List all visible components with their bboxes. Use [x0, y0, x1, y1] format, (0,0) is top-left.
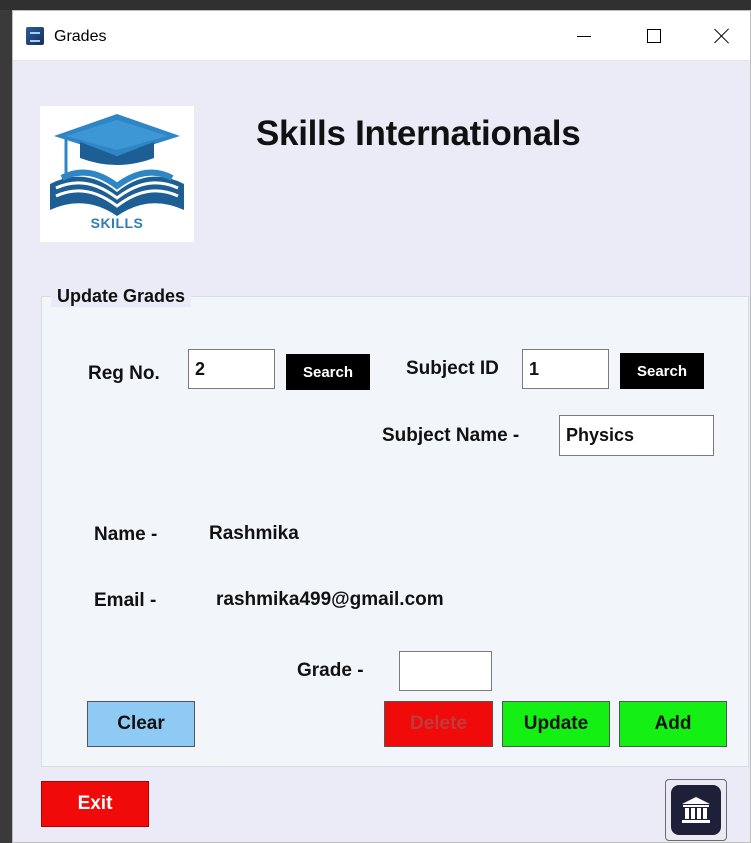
search-reg-button[interactable]: Search — [286, 354, 370, 390]
clear-button[interactable]: Clear — [87, 701, 195, 747]
maximize-button[interactable] — [626, 11, 682, 61]
grades-window: Grades SKILLS Skills Internationals Upda… — [12, 10, 751, 843]
window-title: Grades — [54, 28, 107, 45]
app-icon — [26, 27, 44, 45]
name-label: Name - — [94, 524, 158, 545]
desktop-background — [0, 0, 12, 843]
update-button[interactable]: Update — [502, 701, 610, 747]
skills-logo: SKILLS — [40, 106, 194, 242]
close-button[interactable] — [694, 11, 750, 61]
minimize-button[interactable] — [556, 11, 612, 61]
minimize-icon — [577, 35, 591, 37]
reg-no-label: Reg No. — [88, 363, 160, 384]
subject-id-input[interactable] — [522, 349, 609, 389]
grade-label: Grade - — [297, 660, 364, 681]
maximize-icon — [647, 29, 661, 43]
bank-icon-tile — [671, 785, 721, 835]
group-legend: Update Grades — [51, 286, 192, 307]
title-bar[interactable]: Grades — [13, 11, 750, 61]
grade-input[interactable] — [399, 651, 492, 691]
bank-icon — [682, 797, 710, 823]
subject-id-label: Subject ID — [406, 358, 499, 379]
desktop-background-top — [0, 0, 751, 10]
reg-no-input[interactable] — [188, 349, 275, 389]
email-label: Email - — [94, 590, 157, 611]
app-title: Skills Internationals — [256, 114, 581, 153]
logo-text: SKILLS — [90, 215, 144, 231]
name-value: Rashmika — [209, 523, 299, 544]
search-subject-button[interactable]: Search — [620, 353, 704, 389]
exit-button[interactable]: Exit — [41, 781, 149, 827]
close-icon — [714, 28, 730, 44]
home-button[interactable] — [665, 779, 727, 841]
email-value: rashmika499@gmail.com — [216, 589, 444, 610]
add-button[interactable]: Add — [619, 701, 727, 747]
subject-name-label: Subject Name - — [382, 425, 520, 446]
delete-button[interactable]: Delete — [384, 701, 493, 747]
subject-name-input[interactable] — [559, 415, 714, 456]
